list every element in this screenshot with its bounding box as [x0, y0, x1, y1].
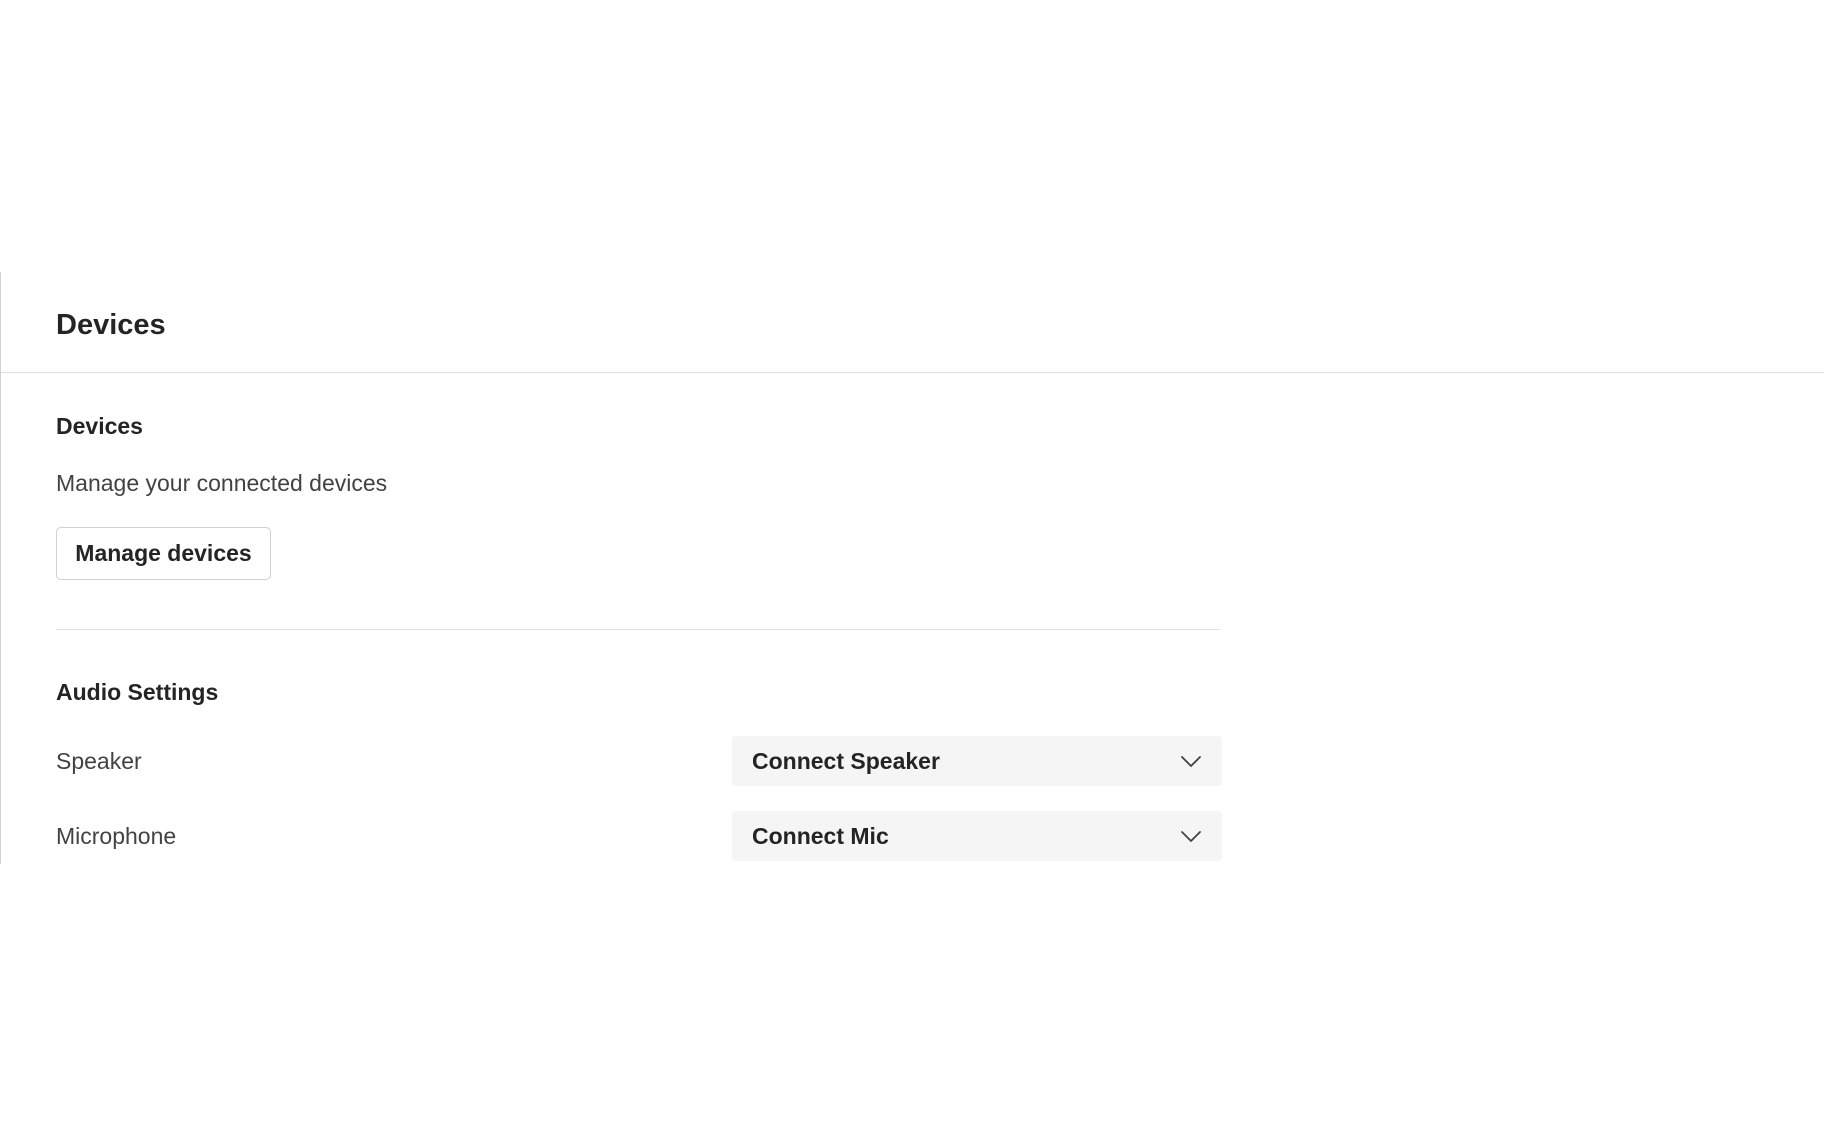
speaker-label: Speaker [56, 748, 142, 774]
microphone-label: Microphone [56, 823, 177, 849]
devices-section-title: Devices [56, 413, 143, 439]
section-divider [56, 629, 1220, 630]
panel-header: Devices [1, 272, 1824, 373]
chevron-down-icon [1181, 756, 1201, 767]
microphone-dropdown[interactable]: Connect Mic [732, 811, 1222, 861]
manage-devices-button[interactable]: Manage devices [56, 527, 271, 580]
microphone-selected-value: Connect Mic [752, 823, 889, 849]
speaker-selected-value: Connect Speaker [752, 748, 940, 774]
devices-description: Manage your connected devices [56, 470, 388, 496]
page-title: Devices [56, 309, 166, 341]
audio-settings-title: Audio Settings [56, 679, 219, 705]
chevron-down-icon [1181, 831, 1201, 842]
speaker-dropdown[interactable]: Connect Speaker [732, 736, 1222, 786]
settings-panel: Devices Devices Manage your connected de… [0, 272, 1824, 864]
